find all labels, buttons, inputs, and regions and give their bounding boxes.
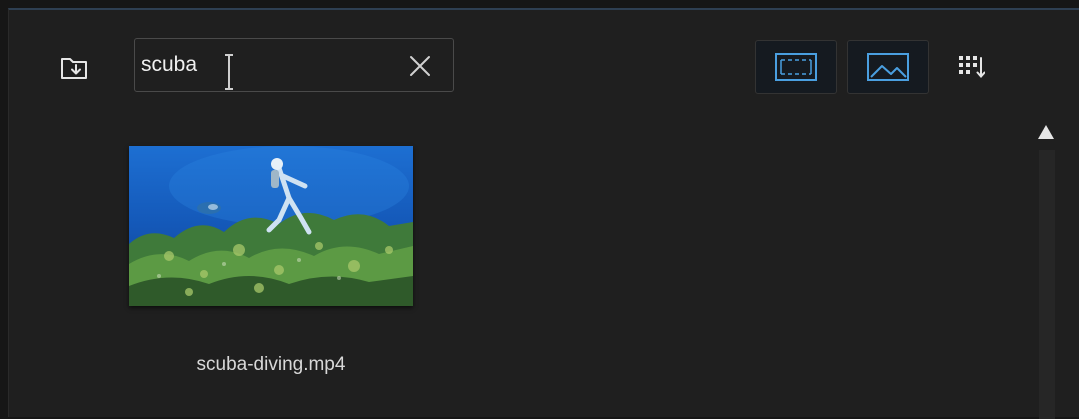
import-media-button[interactable] (51, 48, 97, 88)
film-frame-icon (775, 53, 817, 81)
media-filename: scuba-diving.mp4 (196, 354, 346, 375)
media-item[interactable]: scuba-diving.mp4 (129, 146, 413, 396)
scroll-up-button[interactable] (1035, 122, 1057, 142)
media-thumbnail (129, 146, 413, 306)
search-input[interactable] (141, 39, 401, 91)
video-filter-button[interactable] (755, 40, 837, 94)
sort-options-button[interactable] (951, 48, 991, 86)
search-box[interactable] (134, 38, 454, 92)
folder-import-icon (61, 58, 87, 79)
text-cursor-icon (225, 54, 233, 90)
vertical-scrollbar[interactable] (1039, 150, 1055, 419)
image-filter-button[interactable] (847, 40, 929, 94)
grid-sort-icon (959, 56, 985, 79)
close-icon (410, 56, 430, 76)
triangle-up-icon (1038, 125, 1054, 139)
image-landscape-icon (867, 53, 909, 81)
media-panel: scuba-diving.mp4 (8, 8, 1079, 419)
clear-search-button[interactable] (407, 53, 433, 79)
